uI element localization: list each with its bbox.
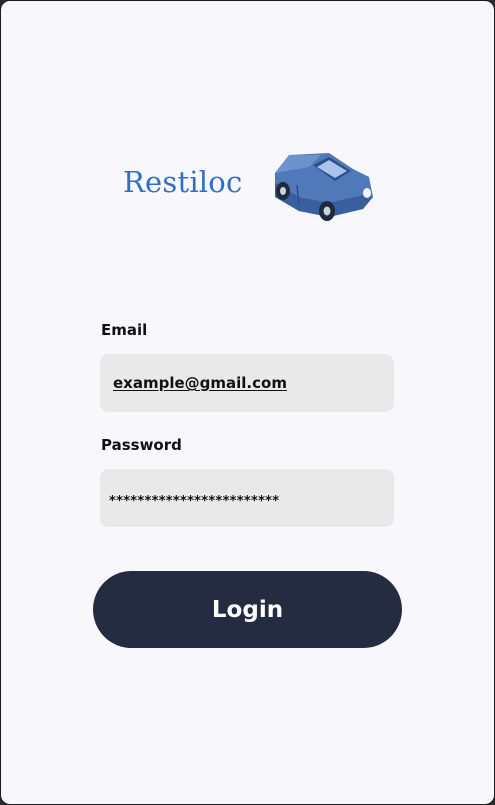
logo: Restiloc [123, 147, 379, 227]
car-icon [275, 153, 373, 221]
brand-name: Restiloc [123, 165, 243, 199]
email-value[interactable]: example@gmail.com [100, 374, 287, 392]
email-field[interactable]: example@gmail.com [100, 354, 394, 412]
password-value[interactable]: ************************ [100, 494, 279, 509]
login-screen: Restiloc Email example@gmail.com Passwor… [0, 0, 495, 805]
email-label: Email [101, 321, 148, 339]
password-field[interactable]: ************************ [100, 469, 394, 527]
password-label: Password [101, 436, 182, 454]
login-button[interactable]: Login [93, 571, 402, 648]
login-button-label: Login [211, 596, 284, 623]
